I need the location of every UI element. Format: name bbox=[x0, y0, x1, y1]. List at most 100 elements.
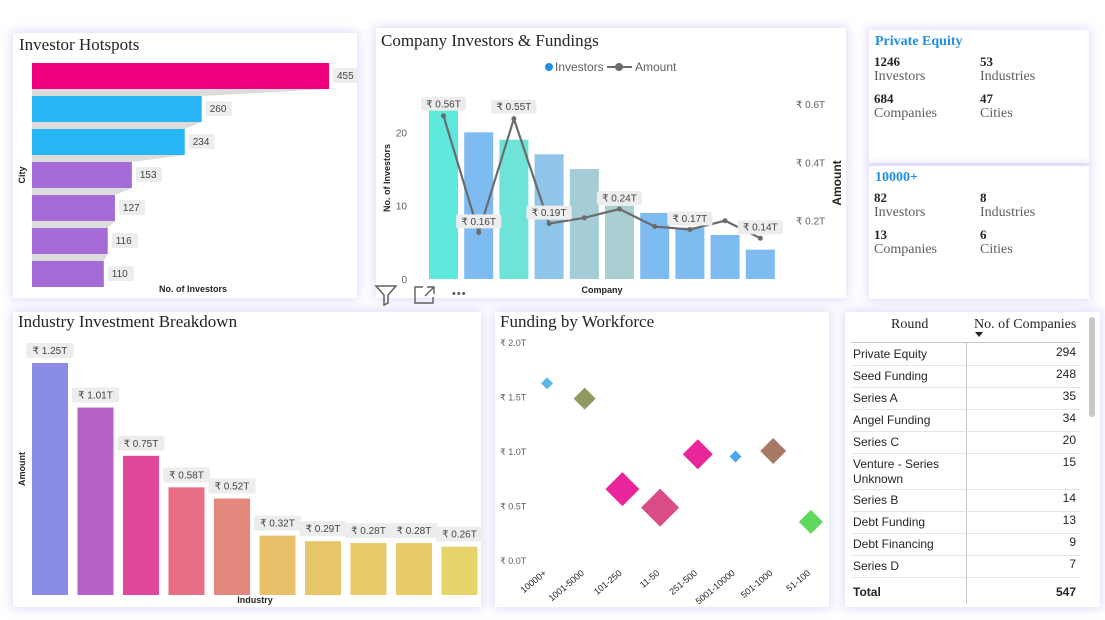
kpi-value: 53 bbox=[980, 54, 993, 69]
funnel-connector bbox=[32, 221, 115, 228]
investor-hotspots-chart[interactable]: 455 260 234 153 127 116 110 No. of Investors Cit… bbox=[13, 33, 357, 298]
workforce-10000-title: 10000+ bbox=[875, 170, 918, 185]
amount-point bbox=[722, 218, 728, 224]
kpi-value: 6 bbox=[980, 227, 987, 242]
hotspot-bar bbox=[32, 162, 132, 188]
kpi-value: 1246 bbox=[874, 54, 900, 69]
industry-breakdown-card[interactable]: Industry Investment Breakdown ₹ 1.25T ₹ 1… bbox=[13, 312, 481, 607]
table-row[interactable]: Venture - Series Unknown 15 bbox=[851, 454, 1080, 490]
amount-point bbox=[546, 221, 552, 227]
count-cell: 7 bbox=[1069, 557, 1076, 571]
rounds-table-card[interactable]: Round No. of Companies Private Equity 294… bbox=[845, 312, 1100, 607]
data-label: ₹ 0.24T bbox=[602, 194, 637, 205]
x-axis-title: Industry bbox=[237, 595, 273, 605]
amount-point bbox=[687, 226, 693, 232]
scatter-point bbox=[573, 387, 596, 410]
industry-bar bbox=[259, 535, 296, 595]
industry-breakdown-chart[interactable]: ₹ 1.25T ₹ 1.01T ₹ 0.75T ₹ 0.58T ₹ 0.52T ₹ 0.3… bbox=[13, 312, 481, 607]
more-options-icon[interactable]: ••• bbox=[452, 285, 467, 303]
y-tick-label: ₹ 0.5T bbox=[500, 502, 527, 512]
y-tick-label: ₹ 2.0T bbox=[500, 338, 527, 348]
table-row[interactable]: Angel Funding 34 bbox=[851, 410, 1080, 432]
y2-tick-label: ₹ 0.6T bbox=[796, 100, 825, 111]
scatter-point bbox=[798, 509, 823, 534]
scatter-point bbox=[605, 472, 640, 507]
x-axis-title: Company bbox=[581, 285, 622, 295]
column-header-companies[interactable]: No. of Companies bbox=[974, 317, 1076, 333]
scatter-point bbox=[682, 439, 713, 470]
data-label: 127 bbox=[123, 203, 140, 214]
table-row[interactable]: Private Equity 294 bbox=[851, 344, 1080, 366]
industry-bar bbox=[214, 498, 250, 595]
table-row[interactable]: Series D 7 bbox=[851, 556, 1080, 578]
kpi-value: 13 bbox=[874, 227, 887, 242]
scatter-point bbox=[760, 438, 787, 464]
amount-point bbox=[511, 116, 517, 122]
legend-amount-marker bbox=[615, 63, 623, 71]
funding-by-workforce-card[interactable]: Funding by Workforce ₹ 0.0T ₹ 0.5T ₹ 1.0T ₹… bbox=[495, 312, 829, 607]
data-label: ₹ 0.75T bbox=[124, 439, 159, 450]
company-bar bbox=[499, 139, 529, 279]
funnel-connector bbox=[32, 254, 108, 261]
legend-investors-marker bbox=[545, 63, 553, 71]
y-tick-label: 20 bbox=[396, 128, 408, 139]
table-row[interactable]: Debt Funding 13 bbox=[851, 512, 1080, 534]
kpi-label: Companies bbox=[874, 106, 937, 121]
kpi-companies: 13 Companies bbox=[874, 227, 937, 258]
total-row: Total 547 bbox=[851, 582, 1080, 602]
round-cell: Seed Funding bbox=[853, 369, 928, 383]
company-investors-chart[interactable]: Investors Amount 0 10 20 ₹ 0.2T ₹ 0.4T ₹ 0.6T No… bbox=[376, 28, 846, 298]
y-tick-label: ₹ 0.0T bbox=[500, 556, 527, 566]
hotspot-bar bbox=[32, 129, 185, 155]
industry-bar bbox=[168, 487, 205, 595]
data-label: ₹ 0.26T bbox=[442, 530, 477, 541]
private-equity-card[interactable]: Private Equity 1246 Investors 53 Industr… bbox=[869, 30, 1089, 163]
industry-bar bbox=[123, 455, 159, 595]
company-bar bbox=[675, 227, 705, 279]
table-row[interactable]: Seed Funding 248 bbox=[851, 366, 1080, 388]
industry-bar bbox=[305, 541, 341, 595]
workforce-10000-card[interactable]: 10000+ 82 Investors 8 Industries 13 Comp… bbox=[869, 166, 1089, 299]
total-value: 547 bbox=[1055, 585, 1076, 599]
funding-by-workforce-chart[interactable]: ₹ 0.0T ₹ 0.5T ₹ 1.0T ₹ 1.5T ₹ 2.0T 10000+1001… bbox=[495, 312, 829, 607]
data-label: ₹ 1.01T bbox=[78, 391, 113, 402]
x-tick-label: 51-100 bbox=[784, 568, 812, 594]
company-investors-card[interactable]: Company Investors & Fundings Investors Am… bbox=[376, 28, 846, 298]
count-cell: 15 bbox=[1062, 455, 1076, 469]
amount-point bbox=[617, 206, 622, 212]
hotspot-bar bbox=[32, 63, 329, 89]
table-row[interactable]: Debt Financing 9 bbox=[851, 534, 1080, 556]
count-cell: 14 bbox=[1062, 491, 1076, 505]
kpi-companies: 684 Companies bbox=[874, 91, 937, 122]
sort-descending-icon[interactable] bbox=[975, 332, 983, 337]
data-label: ₹ 1.25T bbox=[33, 346, 68, 357]
kpi-investors: 1246 Investors bbox=[874, 54, 925, 85]
table-scrollbar[interactable] bbox=[1089, 317, 1095, 417]
industry-bar bbox=[441, 546, 478, 595]
kpi-value: 684 bbox=[874, 91, 894, 106]
legend-amount-label: Amount bbox=[635, 60, 677, 74]
column-header-round[interactable]: Round bbox=[891, 317, 928, 333]
x-axis-title: No. of Investors bbox=[159, 284, 227, 294]
table-row[interactable]: Series B 14 bbox=[851, 490, 1080, 512]
table-row[interactable]: Series A 35 bbox=[851, 388, 1080, 410]
filter-icon[interactable] bbox=[374, 284, 398, 309]
count-cell: 294 bbox=[1055, 345, 1076, 359]
table-row[interactable]: Series C 20 bbox=[851, 432, 1080, 454]
x-tick-label: 1001-5000 bbox=[547, 568, 586, 603]
funnel-connector bbox=[32, 188, 132, 195]
y-axis-title: Amount bbox=[17, 452, 27, 486]
data-label: ₹ 0.56T bbox=[426, 99, 461, 110]
y2-tick-label: ₹ 0.2T bbox=[796, 217, 825, 228]
focus-mode-icon[interactable] bbox=[413, 285, 437, 308]
investor-hotspots-card[interactable]: Investor Hotspots 455 260 234 153 127 116 110 N… bbox=[13, 33, 357, 298]
x-tick-label: 251-500 bbox=[667, 568, 699, 597]
round-cell: Debt Financing bbox=[853, 537, 934, 551]
round-cell: Debt Funding bbox=[853, 515, 926, 529]
kpi-value: 47 bbox=[980, 91, 993, 106]
company-bar bbox=[745, 249, 775, 279]
round-cell: Series C bbox=[853, 435, 900, 449]
scatter-point bbox=[641, 488, 680, 527]
count-cell: 13 bbox=[1062, 513, 1076, 527]
data-label: 110 bbox=[112, 269, 128, 280]
